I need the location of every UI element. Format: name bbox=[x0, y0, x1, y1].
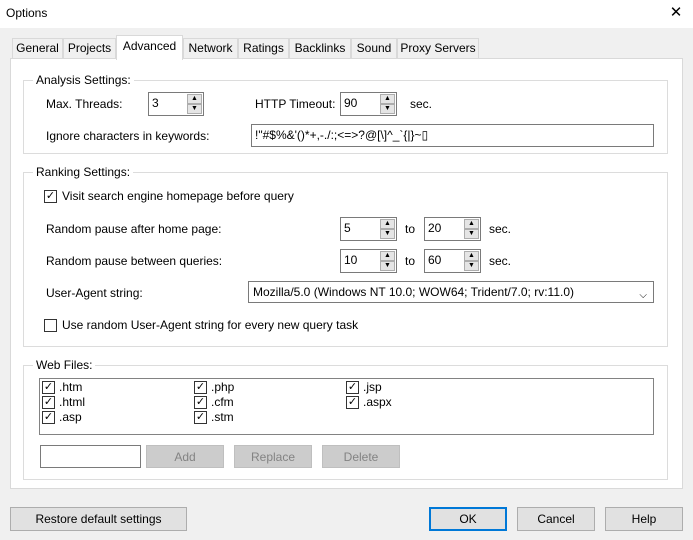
file-checkbox-cfm[interactable]: ✓ bbox=[194, 396, 207, 409]
user-agent-label: User-Agent string: bbox=[46, 286, 143, 300]
pause-queries-min-stepper[interactable]: 10 ▲ ▼ bbox=[340, 249, 397, 273]
file-checkbox-aspx[interactable]: ✓ bbox=[346, 396, 359, 409]
delete-button[interactable]: Delete bbox=[322, 445, 400, 468]
pause-home-unit: sec. bbox=[489, 222, 512, 236]
pause-queries-label: Random pause between queries: bbox=[46, 254, 223, 268]
ignore-chars-label: Ignore characters in keywords: bbox=[46, 129, 210, 143]
restore-defaults-button[interactable]: Restore default settings bbox=[10, 507, 187, 531]
file-ext-stm: .stm bbox=[211, 410, 234, 424]
tab-sound[interactable]: Sound bbox=[351, 38, 397, 58]
pause-home-max-value: 20 bbox=[428, 221, 442, 235]
new-extension-input[interactable] bbox=[40, 445, 141, 468]
max-threads-stepper[interactable]: 3 ▲ ▼ bbox=[148, 92, 204, 116]
chevron-down-icon: ⌵ bbox=[639, 290, 647, 301]
spin-down-icon[interactable]: ▼ bbox=[380, 261, 395, 271]
max-threads-label: Max. Threads: bbox=[46, 97, 123, 111]
user-agent-select[interactable]: Mozilla/5.0 (Windows NT 10.0; WOW64; Tri… bbox=[248, 281, 654, 303]
spin-up-icon[interactable]: ▲ bbox=[380, 251, 395, 261]
http-timeout-unit: sec. bbox=[410, 97, 433, 111]
pause-home-max-stepper[interactable]: 20 ▲ ▼ bbox=[424, 217, 481, 241]
tab-network[interactable]: Network bbox=[183, 38, 238, 58]
file-ext-jsp: .jsp bbox=[363, 380, 382, 394]
tab-general[interactable]: General bbox=[12, 38, 63, 58]
spin-down-icon[interactable]: ▼ bbox=[380, 229, 395, 239]
file-checkbox-htm[interactable]: ✓ bbox=[42, 381, 55, 394]
spin-up-icon[interactable]: ▲ bbox=[464, 251, 479, 261]
spin-up-icon[interactable]: ▲ bbox=[380, 94, 395, 104]
replace-button[interactable]: Replace bbox=[234, 445, 312, 468]
tab-proxy-servers[interactable]: Proxy Servers bbox=[397, 38, 479, 58]
add-button[interactable]: Add bbox=[146, 445, 224, 468]
file-ext-php: .php bbox=[211, 380, 235, 394]
visit-homepage-checkbox[interactable]: ✓ bbox=[44, 190, 57, 203]
file-checkbox-jsp[interactable]: ✓ bbox=[346, 381, 359, 394]
web-files-legend: Web Files: bbox=[33, 358, 96, 372]
random-ua-checkbox[interactable] bbox=[44, 319, 57, 332]
help-button[interactable]: Help bbox=[605, 507, 683, 531]
pause-queries-max-value: 60 bbox=[428, 253, 442, 267]
pause-home-label: Random pause after home page: bbox=[46, 222, 222, 236]
file-ext-aspx: .aspx bbox=[363, 395, 392, 409]
spin-up-icon[interactable]: ▲ bbox=[187, 94, 202, 104]
pause-home-min-stepper[interactable]: 5 ▲ ▼ bbox=[340, 217, 397, 241]
tab-advanced[interactable]: Advanced bbox=[116, 35, 183, 60]
analysis-settings-legend: Analysis Settings: bbox=[33, 73, 134, 87]
pause-queries-max-stepper[interactable]: 60 ▲ ▼ bbox=[424, 249, 481, 273]
to-label: to bbox=[405, 222, 416, 236]
spin-down-icon[interactable]: ▼ bbox=[380, 104, 395, 114]
spin-down-icon[interactable]: ▼ bbox=[464, 261, 479, 271]
spin-up-icon[interactable]: ▲ bbox=[380, 219, 395, 229]
pause-queries-unit: sec. bbox=[489, 254, 512, 268]
spin-down-icon[interactable]: ▼ bbox=[464, 229, 479, 239]
ok-button[interactable]: OK bbox=[429, 507, 507, 531]
http-timeout-stepper[interactable]: 90 ▲ ▼ bbox=[340, 92, 397, 116]
file-ext-htm: .htm bbox=[59, 380, 83, 394]
spin-up-icon[interactable]: ▲ bbox=[464, 219, 479, 229]
file-ext-asp: .asp bbox=[59, 410, 82, 424]
random-ua-label: Use random User-Agent string for every n… bbox=[62, 318, 359, 332]
title-bar bbox=[0, 0, 693, 28]
file-ext-html: .html bbox=[59, 395, 86, 409]
file-checkbox-asp[interactable]: ✓ bbox=[42, 411, 55, 424]
user-agent-value: Mozilla/5.0 (Windows NT 10.0; WOW64; Tri… bbox=[253, 285, 574, 299]
ranking-settings-legend: Ranking Settings: bbox=[33, 165, 134, 179]
file-checkbox-php[interactable]: ✓ bbox=[194, 381, 207, 394]
pause-home-min-value: 5 bbox=[344, 221, 351, 235]
to-label: to bbox=[405, 254, 416, 268]
close-icon[interactable]: ✕ bbox=[664, 2, 688, 24]
file-checkbox-stm[interactable]: ✓ bbox=[194, 411, 207, 424]
max-threads-value: 3 bbox=[152, 96, 159, 110]
cancel-button[interactable]: Cancel bbox=[517, 507, 595, 531]
tab-projects[interactable]: Projects bbox=[63, 38, 116, 58]
spin-down-icon[interactable]: ▼ bbox=[187, 104, 202, 114]
pause-queries-min-value: 10 bbox=[344, 253, 358, 267]
tab-backlinks[interactable]: Backlinks bbox=[289, 38, 351, 58]
visit-homepage-label: Visit search engine homepage before quer… bbox=[62, 189, 294, 203]
tab-ratings[interactable]: Ratings bbox=[238, 38, 289, 58]
http-timeout-value: 90 bbox=[344, 96, 358, 110]
file-checkbox-html[interactable]: ✓ bbox=[42, 396, 55, 409]
ignore-chars-input[interactable]: !"#$%&'()*+,-./:;<=>?@[\]^_`{|}~▯ bbox=[251, 124, 654, 147]
window-title: Options bbox=[6, 6, 48, 20]
http-timeout-label: HTTP Timeout: bbox=[255, 97, 336, 111]
file-ext-cfm: .cfm bbox=[211, 395, 234, 409]
